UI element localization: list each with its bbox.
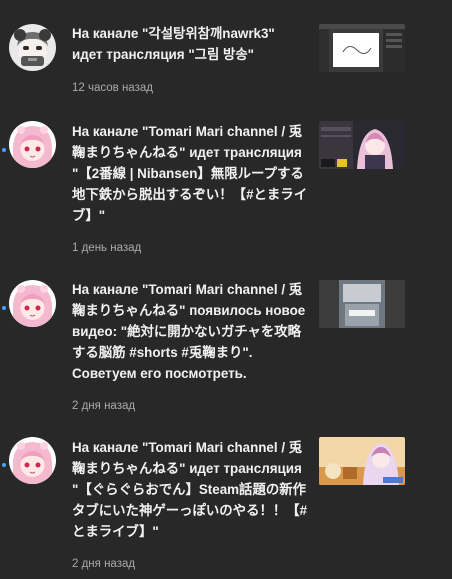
notification-time: 2 дня назад: [72, 558, 136, 570]
notification-text: На канале "각설탕위참깨nawrk3" идет трансляция…: [72, 23, 308, 95]
notification-text: На канале "Tomari Mari channel / 兎鞠まりちゃん…: [72, 279, 308, 413]
notification-time: 1 день назад: [72, 242, 142, 254]
gacha-shorts-thumbnail-icon[interactable]: [319, 280, 405, 328]
unread-dot: [2, 148, 6, 152]
notification-message: На канале "Tomari Mari channel / 兎鞠まりちゃん…: [72, 124, 308, 223]
notification-time: 2 дня назад: [72, 400, 136, 412]
drawing-software-thumbnail-icon[interactable]: [319, 24, 405, 72]
notification-message: На канале "Tomari Mari channel / 兎鞠まりちゃん…: [72, 282, 306, 381]
notification-text: На канале "Tomari Mari channel / 兎鞠まりちゃん…: [72, 121, 308, 255]
pink-hair-girl-avatar-icon[interactable]: [9, 437, 56, 484]
notification-message: На канале "각설탕위참깨nawrk3" идет трансляция…: [72, 26, 275, 62]
pink-hair-girl-avatar-icon[interactable]: [9, 280, 56, 327]
unread-dot: [2, 306, 6, 310]
notification-time: 12 часов назад: [72, 82, 153, 94]
oden-game-thumbnail-icon[interactable]: [319, 437, 405, 485]
unread-dot: [2, 463, 6, 467]
pink-hair-girl-avatar-icon[interactable]: [9, 121, 56, 168]
panda-girl-avatar-icon[interactable]: [9, 24, 56, 71]
notification-text: На канале "Tomari Mari channel / 兎鞠まりちゃん…: [72, 437, 308, 571]
notification-message: На канале "Tomari Mari channel / 兎鞠まりちゃん…: [72, 440, 308, 539]
subway-stream-thumbnail-icon[interactable]: [319, 121, 405, 169]
